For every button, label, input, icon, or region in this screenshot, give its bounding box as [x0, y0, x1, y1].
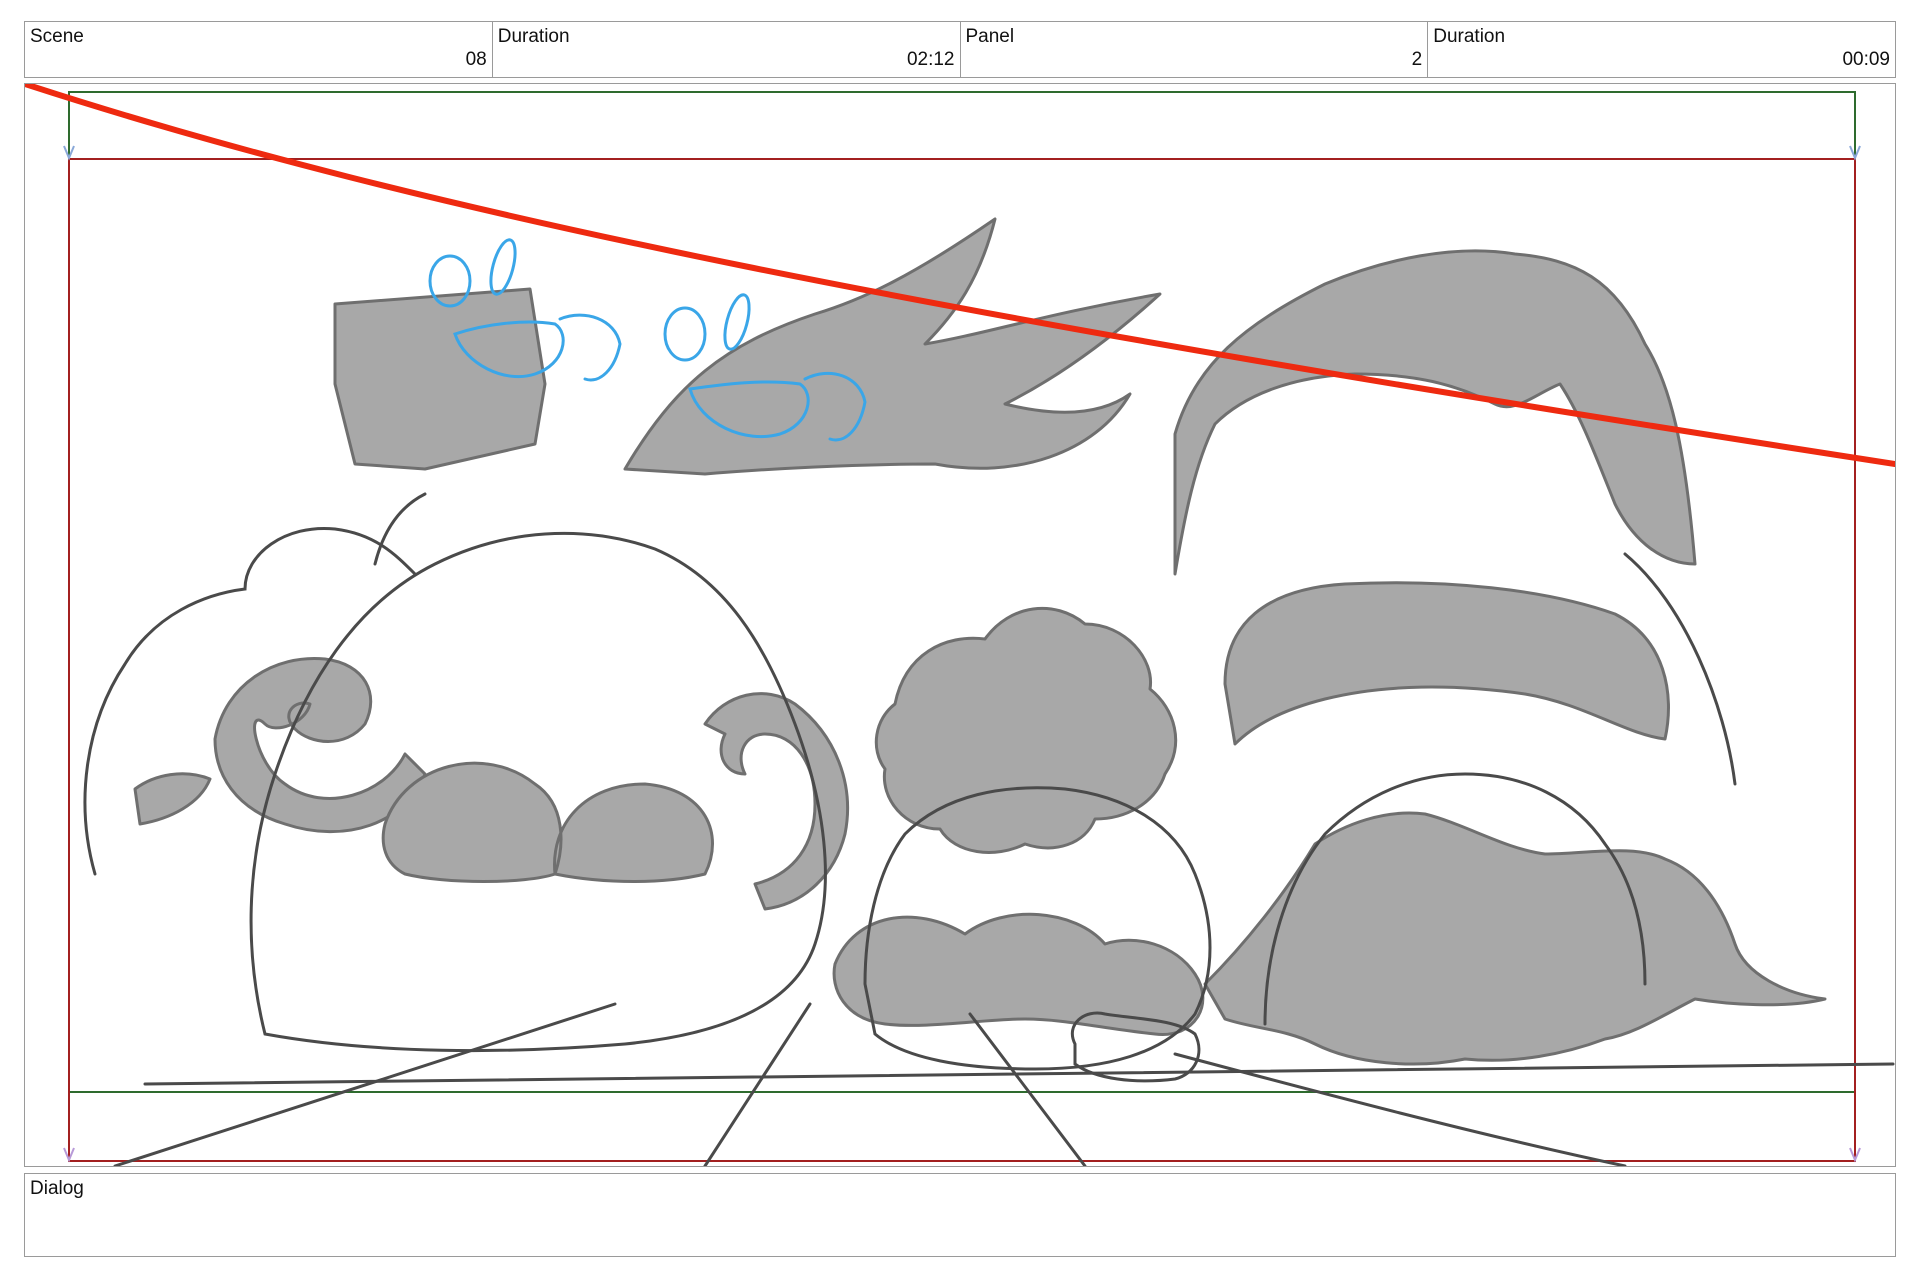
- panel-value: 2: [1411, 49, 1423, 70]
- scene-cell: Scene 08: [25, 22, 493, 77]
- perspective-line-3: [968, 1012, 1087, 1166]
- perspective-line-2: [703, 1002, 812, 1166]
- bird-left-wing: [558, 313, 622, 382]
- panel-label: Panel: [965, 26, 1015, 47]
- storyboard-panel[interactable]: [24, 83, 1896, 1167]
- scene-label: Scene: [30, 26, 84, 47]
- bird-left-eye-2: [489, 238, 517, 296]
- mustache-left: [381, 761, 714, 883]
- ear-left: [373, 492, 427, 566]
- hair-bun-center: [874, 606, 1178, 854]
- panel-cell: Panel 2: [961, 22, 1429, 77]
- scene-duration-label: Duration: [497, 26, 570, 47]
- mustache-center: [832, 912, 1205, 1036]
- wing-shape-left: [333, 287, 547, 471]
- beard-right: [1203, 811, 1827, 1066]
- dialog-label: Dialog: [30, 1178, 84, 1199]
- bird-right-eye: [663, 306, 707, 362]
- scene-duration-value: 02:12: [906, 49, 955, 70]
- panel-duration-cell: Duration 00:09: [1428, 22, 1895, 77]
- perspective-line-1: [113, 1002, 617, 1166]
- scene-value: 08: [465, 49, 487, 70]
- dialog-box[interactable]: Dialog: [24, 1173, 1896, 1257]
- background-gray-shapes: [133, 217, 1827, 1066]
- storyboard-sketch: [25, 84, 1895, 1166]
- panel-duration-value: 00:09: [1842, 49, 1890, 70]
- wing-shape-right: [1173, 249, 1697, 576]
- scene-duration-cell: Duration 02:12: [493, 22, 961, 77]
- eyebrow-left: [133, 772, 212, 826]
- hat-brim-right: [1223, 581, 1670, 746]
- panel-duration-label: Duration: [1433, 26, 1506, 47]
- panel-info-header: Scene 08 Duration 02:12 Panel 2 Duration…: [24, 21, 1896, 78]
